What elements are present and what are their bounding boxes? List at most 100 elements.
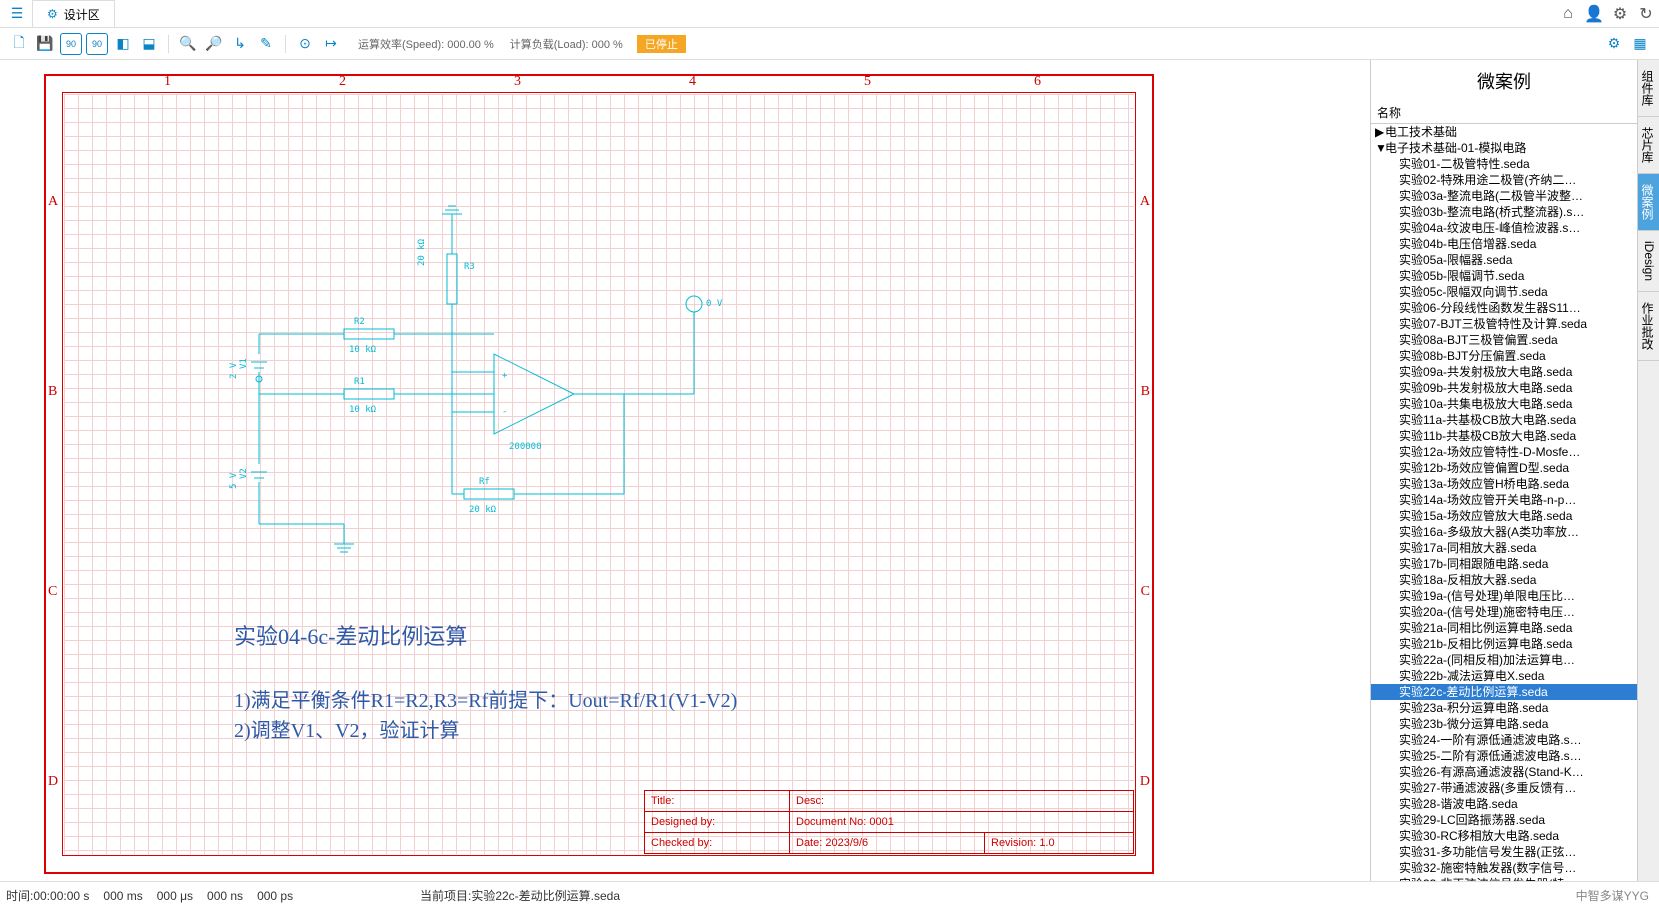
tree-item[interactable]: 实验32-施密特触发器(数字信号… [1371,860,1637,876]
tb-designed-lbl: Designed by: [645,812,790,832]
tree-item[interactable]: 实验23b-微分运算电路.seda [1371,716,1637,732]
tree-item[interactable]: 实验10a-共集电极放大电路.seda [1371,396,1637,412]
tree-item[interactable]: 实验24-一阶有源低通滤波电路.s… [1371,732,1637,748]
side-tab[interactable]: 组件库 [1638,60,1659,117]
tree-item[interactable]: 实验27-带通滤波器(多重反馈有… [1371,780,1637,796]
tree-item[interactable]: 实验04b-电压倍增器.seda [1371,236,1637,252]
tree-item[interactable]: 实验28-谐波电路.seda [1371,796,1637,812]
speed-stat: 运算效率(Speed): 000.00 % [358,36,494,52]
tree-item[interactable]: 实验11a-共基极CB放大电路.seda [1371,412,1637,428]
tree-item[interactable]: 实验29-LC回路振荡器.seda [1371,812,1637,828]
svg-text:+: + [502,371,508,381]
zoom-out-icon[interactable]: 🔎 [203,33,225,55]
rot90b-icon[interactable]: 90 [86,33,108,55]
tree-group[interactable]: ▶电工技术基础 [1371,124,1637,140]
circuit-schematic[interactable]: R3 20 kΩ V1 2 V R2 10 kΩ [64,94,1134,854]
flip-v-icon[interactable]: ⬓ [138,33,160,55]
refresh-icon[interactable]: ↻ [1633,1,1659,27]
tree-item[interactable]: 实验22c-差动比例运算.seda [1371,684,1637,700]
status-project: 当前项目:实验22c-差动比例运算.seda [420,887,620,904]
tree-item[interactable]: 实验02-特殊用途二极管(齐纳二… [1371,172,1637,188]
tree-item[interactable]: 实验12a-场效应管特性-D-Mosfe… [1371,444,1637,460]
user-icon[interactable]: 👤 [1581,1,1607,27]
tree-item[interactable]: 实验13a-场效应管H桥电路.seda [1371,476,1637,492]
tree-item[interactable]: 实验03a-整流电路(二极管半波整… [1371,188,1637,204]
tree-item[interactable]: 实验09a-共发射极放大电路.seda [1371,364,1637,380]
tree-item[interactable]: 实验22a-(同相反相)加法运算电… [1371,652,1637,668]
side-tab[interactable]: 作业批改 [1638,292,1659,361]
tree-item[interactable]: 实验01-二极管特性.seda [1371,156,1637,172]
flip-h-icon[interactable]: ◧ [112,33,134,55]
tree-item[interactable]: 实验22b-减法运算电X.seda [1371,668,1637,684]
zoom-in-icon[interactable]: 🔍 [177,33,199,55]
side-tab[interactable]: iDesign [1638,231,1659,292]
home-icon[interactable]: ⌂ [1555,1,1581,27]
tree-item[interactable]: 实验17b-同相跟随电路.seda [1371,556,1637,572]
tree-item[interactable]: 实验04a-纹波电压-峰值检波器.s… [1371,220,1637,236]
svg-text:200000: 200000 [509,442,542,452]
tb-rev: Revision: 1.0 [985,833,1133,853]
svg-text:Rf: Rf [479,477,490,487]
tree-item[interactable]: 实验19a-(信号处理)单限电压比… [1371,588,1637,604]
ruler-r-d: D [1140,774,1150,790]
tree-item[interactable]: 实验17a-同相放大器.seda [1371,540,1637,556]
tree-item[interactable]: 实验14a-场效应管开关电路-n-p… [1371,492,1637,508]
tree-item[interactable]: 实验07-BJT三极管特性及计算.seda [1371,316,1637,332]
ruler-r-a: A [1140,194,1150,210]
svg-text:-: - [502,407,507,417]
save-icon[interactable]: 💾 [34,33,56,55]
tree-group[interactable]: ▼电子技术基础-01-模拟电路 [1371,140,1637,156]
note-title: 实验04-6c-差动比例运算 [234,619,467,651]
layers-icon[interactable]: ▦ [1629,33,1651,55]
tree-item[interactable]: 实验09b-共发射极放大电路.seda [1371,380,1637,396]
panel-col-name: 名称 [1371,102,1637,124]
tree-item[interactable]: 实验12b-场效应管偏置D型.seda [1371,460,1637,476]
play-icon[interactable]: ⊙ [294,33,316,55]
ruler-top-1: 1 [164,74,171,90]
tree-item[interactable]: 实验05c-限幅双向调节.seda [1371,284,1637,300]
tree-item[interactable]: 实验05b-限幅调节.seda [1371,268,1637,284]
tree-item[interactable]: 实验06-分段线性函数发生器S11… [1371,300,1637,316]
tree-item[interactable]: 实验31-多功能信号发生器(正弦… [1371,844,1637,860]
wire-icon[interactable]: ↳ [229,33,251,55]
tb-date: Date: 2023/9/6 [790,833,985,853]
tab-design[interactable]: ⚙ 设计区 [32,0,115,27]
tree-item[interactable]: 实验03b-整流电路(桥式整流器).s… [1371,204,1637,220]
tree-item[interactable]: 实验11b-共基极CB放大电路.seda [1371,428,1637,444]
tree-item[interactable]: 实验08a-BJT三极管偏置.seda [1371,332,1637,348]
examples-tree[interactable]: ▶电工技术基础▼电子技术基础-01-模拟电路实验01-二极管特性.seda实验0… [1371,124,1637,881]
tree-item[interactable]: 实验15a-场效应管放大电路.seda [1371,508,1637,524]
tree-item[interactable]: 实验21a-同相比例运算电路.seda [1371,620,1637,636]
tree-item[interactable]: 实验26-有源高通滤波器(Stand-K… [1371,764,1637,780]
svg-text:20 kΩ: 20 kΩ [469,505,497,515]
canvas[interactable]: 1 2 3 4 5 6 A B C D A B C D [0,60,1370,881]
menu-icon[interactable]: ☰ [6,3,28,25]
rot90-icon[interactable]: 90 [60,33,82,55]
side-tab[interactable]: 微案例 [1638,174,1659,231]
tree-item[interactable]: 实验16a-多级放大器(A类功率放… [1371,524,1637,540]
edit-icon[interactable]: ✎ [255,33,277,55]
step-icon[interactable]: ↦ [320,33,342,55]
tree-item[interactable]: 实验18a-反相放大器.seda [1371,572,1637,588]
panel-title: 微案例 [1371,60,1637,102]
settings2-icon[interactable]: ⚙ [1603,33,1625,55]
tree-item[interactable]: 实验23a-积分运算电路.seda [1371,700,1637,716]
svg-text:R2: R2 [354,317,365,327]
new-icon[interactable]: 🗋 [8,33,30,55]
svg-text:R1: R1 [354,377,365,387]
svg-text:2 V: 2 V [229,362,239,379]
tree-item[interactable]: 实验25-二阶有源低通滤波电路.s… [1371,748,1637,764]
settings-icon[interactable]: ⚙ [1607,1,1633,27]
status-ps: 000 ps [257,889,293,903]
side-tab[interactable]: 芯片库 [1638,117,1659,174]
svg-text:10 kΩ: 10 kΩ [349,405,377,415]
tree-item[interactable]: 实验08b-BJT分压偏置.seda [1371,348,1637,364]
tree-item[interactable]: 实验21b-反相比例运算电路.seda [1371,636,1637,652]
tree-item[interactable]: 实验30-RC移相放大电路.seda [1371,828,1637,844]
tree-item[interactable]: 实验20a-(信号处理)施密特电压… [1371,604,1637,620]
tb-desc-lbl: Desc: [790,791,1133,811]
note-line1: 1)满足平衡条件R1=R2,R3=Rf前提下：Uout=Rf/R1(V1-V2) [234,684,737,713]
note-line2: 2)调整V1、V2，验证计算 [234,714,460,743]
tree-item[interactable]: 实验05a-限幅器.seda [1371,252,1637,268]
ruler-l-b: B [48,384,57,400]
